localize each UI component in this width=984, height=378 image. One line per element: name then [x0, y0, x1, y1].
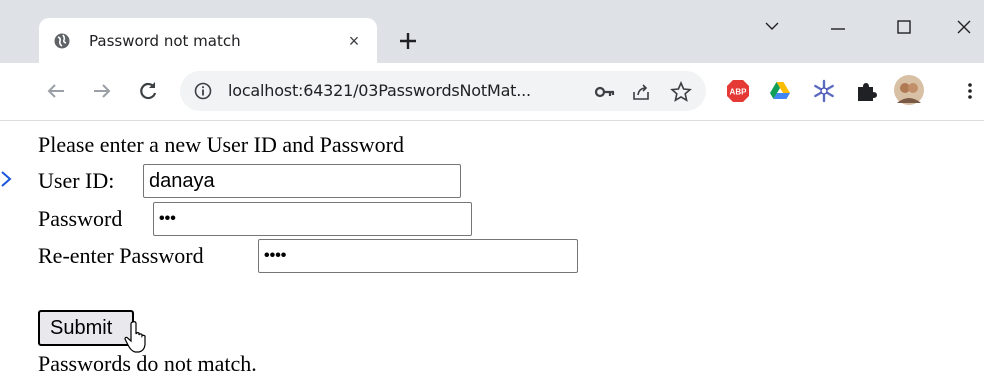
tab-strip: Password not match ×: [0, 0, 984, 63]
back-icon[interactable]: [42, 77, 70, 105]
reload-icon[interactable]: [134, 77, 162, 105]
browser-tab[interactable]: Password not match ×: [39, 18, 377, 63]
puzzle-extensions-icon[interactable]: [854, 79, 878, 103]
password-label: Password: [38, 206, 123, 231]
key-icon[interactable]: [594, 81, 616, 103]
globe-icon: [54, 33, 70, 49]
snowflake-extension-icon[interactable]: [812, 79, 836, 103]
forward-icon[interactable]: [88, 77, 116, 105]
share-icon[interactable]: [630, 81, 652, 103]
error-message: Passwords do not match.: [38, 351, 257, 376]
reenter-password-label: Re-enter Password: [38, 243, 204, 268]
maximize-icon[interactable]: [884, 12, 924, 42]
tab-close-icon[interactable]: ×: [343, 30, 365, 52]
adblock-icon[interactable]: ABP: [726, 79, 750, 103]
menu-kebab-icon[interactable]: [958, 79, 982, 103]
google-drive-icon[interactable]: [768, 79, 792, 103]
chevron-right-icon: [1, 171, 12, 187]
tab-title: Password not match: [89, 32, 241, 50]
browser-toolbar: localhost:64321/03PasswordsNotMat... ABP: [0, 63, 984, 121]
submit-button[interactable]: Submit: [38, 310, 134, 346]
user-id-input[interactable]: danaya: [143, 164, 461, 198]
minimize-icon[interactable]: [818, 12, 858, 42]
password-input[interactable]: •••: [153, 202, 472, 236]
star-icon[interactable]: [670, 81, 692, 103]
tab-search-chevron-down-icon[interactable]: [752, 12, 792, 42]
address-bar[interactable]: localhost:64321/03PasswordsNotMat...: [180, 71, 706, 111]
reenter-password-input[interactable]: ••••: [258, 239, 578, 273]
info-icon[interactable]: [194, 82, 212, 100]
new-tab-icon[interactable]: [394, 27, 422, 55]
window-close-icon[interactable]: [944, 12, 984, 42]
page-heading: Please enter a new User ID and Password: [38, 132, 404, 157]
svg-text:ABP: ABP: [730, 88, 748, 97]
user-id-label: User ID:: [38, 168, 115, 193]
profile-avatar[interactable]: [894, 75, 924, 105]
url-text: localhost:64321/03PasswordsNotMat...: [228, 81, 531, 100]
mouse-cursor-icon: [124, 321, 146, 353]
